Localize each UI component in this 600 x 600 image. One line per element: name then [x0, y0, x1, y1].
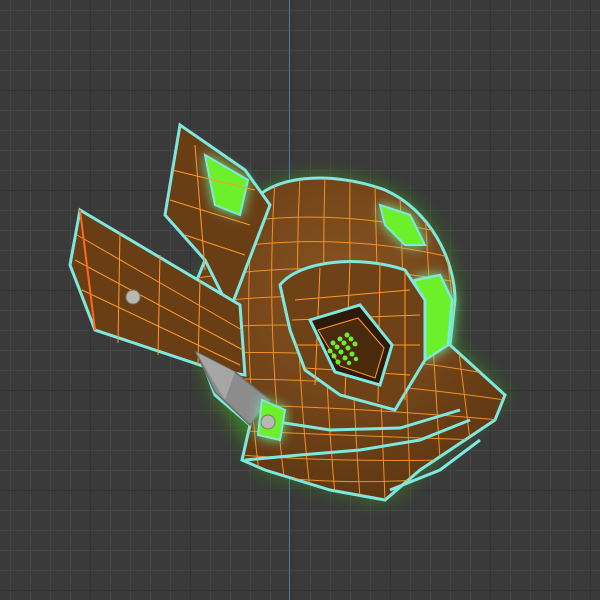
3d-viewport[interactable] — [0, 0, 600, 600]
bolt-lower — [260, 414, 276, 430]
helmet-model[interactable] — [0, 0, 600, 600]
bolt-upper — [125, 289, 141, 305]
